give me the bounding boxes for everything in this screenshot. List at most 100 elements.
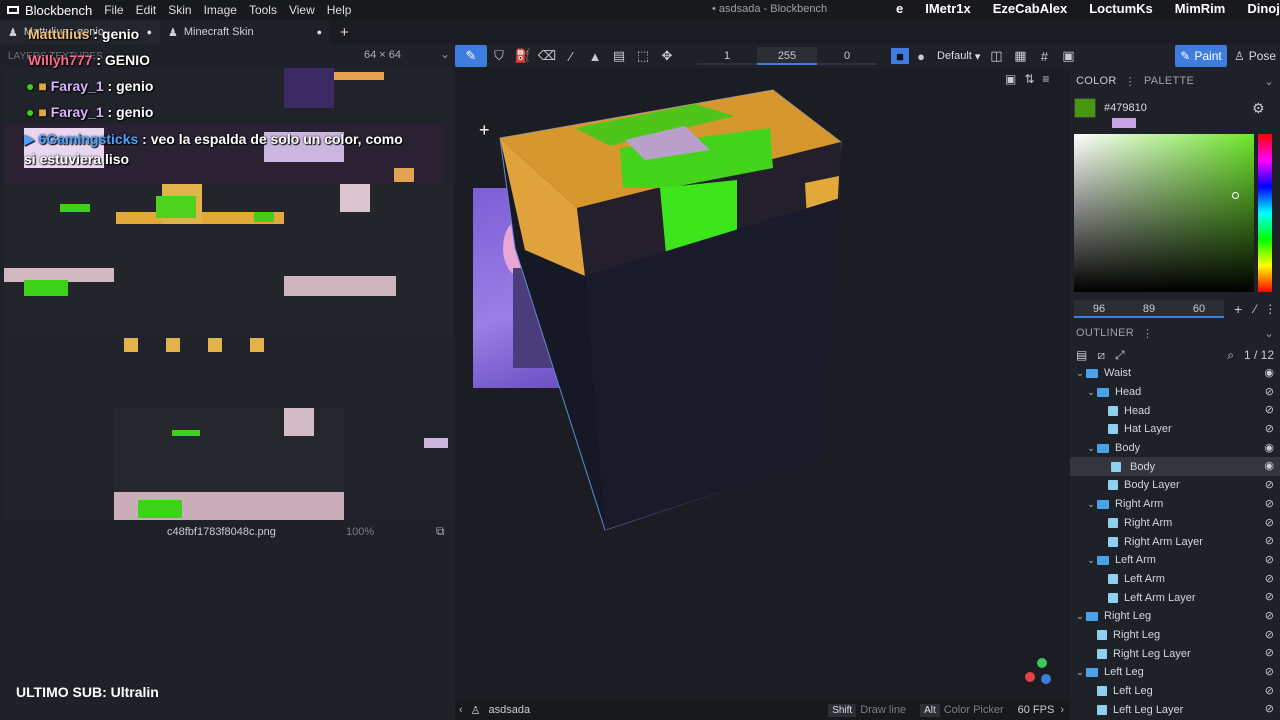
fill-tool-button[interactable]: ⛉ (487, 45, 511, 67)
outliner-row[interactable]: Right Arm Layer ⊘ (1070, 532, 1280, 551)
primary-color-swatch[interactable] (1074, 98, 1096, 118)
eye-off-icon[interactable]: ⊘ (1265, 572, 1274, 585)
eye-off-icon[interactable]: ⊘ (1265, 422, 1274, 435)
new-tab-plus-icon[interactable]: + (330, 24, 359, 41)
eye-off-icon[interactable]: ⊘ (1265, 478, 1274, 491)
lock-alpha-button[interactable]: ▦ (1008, 45, 1032, 67)
outliner-row[interactable]: Left Arm Layer ⊘ (1070, 588, 1280, 607)
chevron-down-icon[interactable]: ⌄ (1085, 387, 1097, 398)
chevron-down-icon[interactable]: ⌄ (1085, 499, 1097, 510)
outliner-row[interactable]: ⌄ Right Leg ⊘ (1070, 607, 1280, 626)
outliner-row[interactable]: ⌄ Waist ◉ (1070, 364, 1280, 383)
chevron-down-icon[interactable]: ⌄ (1085, 555, 1097, 566)
mirror-button[interactable]: ◫ (984, 45, 1008, 67)
color-picker-area[interactable] (1074, 134, 1254, 292)
search-icon[interactable]: ⌕ (1227, 348, 1234, 363)
gear-icon[interactable]: ⚙ (1252, 100, 1265, 117)
softness-field[interactable]: 0 (817, 47, 877, 65)
shape-tool-button[interactable]: ▲ (583, 45, 607, 67)
layout-button[interactable]: ▣ (1056, 45, 1080, 67)
chevron-down-icon[interactable]: ⌄ (1264, 327, 1274, 340)
chevron-down-icon[interactable]: ⌄ (1074, 611, 1086, 622)
outliner-row[interactable]: Hat Layer ⊘ (1070, 420, 1280, 439)
outliner-row[interactable]: Right Leg ⊘ (1070, 626, 1280, 645)
outliner-row[interactable]: Body ◉ (1070, 457, 1280, 477)
dots-icon[interactable]: ⋮ (1125, 75, 1136, 88)
expand-icon[interactable]: ⤢ (1115, 348, 1125, 363)
picker-tool-button[interactable]: ⁄ (559, 45, 583, 67)
picker-handle[interactable] (1232, 192, 1239, 199)
eye-off-icon[interactable]: ⊘ (1265, 609, 1274, 622)
move-tool-button[interactable]: ✥ (655, 45, 679, 67)
eye-off-icon[interactable]: ⊘ (1265, 497, 1274, 510)
pose-mode-button[interactable]: ♙ Pose (1231, 45, 1279, 67)
eye-off-icon[interactable]: ⊘ (1265, 702, 1274, 715)
grid-button[interactable]: # (1032, 45, 1056, 67)
outliner-row[interactable]: Right Arm ⊘ (1070, 514, 1280, 533)
dots-icon[interactable]: ⋮ (1264, 302, 1276, 316)
tab-minecraft-skin[interactable]: ♟ Minecraft Skin ● (160, 20, 330, 44)
eye-off-icon[interactable]: ⊘ (1265, 403, 1274, 416)
eye-off-icon[interactable]: ⊘ (1265, 385, 1274, 398)
outliner-row[interactable]: ⌄ Right Arm ⊘ (1070, 495, 1280, 514)
eye-off-icon[interactable]: ⊘ (1265, 590, 1274, 603)
eye-off-icon[interactable]: ⊘ (1265, 665, 1274, 678)
secondary-color-swatch[interactable] (1112, 118, 1136, 128)
menu-edit[interactable]: Edit (130, 3, 163, 17)
outliner-row[interactable]: ⌄ Left Leg ⊘ (1070, 663, 1280, 682)
hue-slider[interactable] (1258, 134, 1272, 292)
brush-tool-button[interactable]: ✎ (455, 45, 487, 67)
eraser-tool-button[interactable]: ⌫ (535, 45, 559, 67)
eye-off-icon[interactable]: ⊘ (1265, 534, 1274, 547)
toggle-icon[interactable]: ⧄ (1097, 348, 1105, 363)
square-brush-button[interactable]: ■ (891, 48, 909, 64)
unsaved-dot-icon[interactable]: ● (317, 27, 322, 37)
eye-off-icon[interactable]: ⊘ (1265, 684, 1274, 697)
add-group-icon[interactable]: ▤ (1076, 348, 1087, 362)
menu-view[interactable]: View (283, 3, 321, 17)
select-tool-button[interactable]: ⬚ (631, 45, 655, 67)
palette-tab[interactable]: PALETTE (1144, 75, 1194, 87)
brush-size-field[interactable]: 1 (697, 47, 757, 65)
hamburger-icon[interactable]: ≡ (1042, 72, 1049, 86)
value-field[interactable]: 60 (1174, 300, 1224, 318)
saturation-field[interactable]: 89 (1124, 300, 1174, 318)
eye-icon[interactable]: ◉ (1264, 459, 1274, 472)
outliner-row[interactable]: ⌄ Body ◉ (1070, 439, 1280, 458)
menu-help[interactable]: Help (321, 3, 358, 17)
blend-mode-select[interactable]: Default ▾ (933, 50, 984, 63)
outliner-row[interactable]: Left Leg ⊘ (1070, 682, 1280, 701)
opacity-field[interactable]: 255 (757, 47, 817, 65)
outliner-row[interactable]: Right Leg Layer ⊘ (1070, 644, 1280, 663)
outliner-row[interactable]: Left Arm ⊘ (1070, 570, 1280, 589)
sort-icon[interactable]: ⇅ (1024, 72, 1034, 86)
eyedropper-icon[interactable]: ⁄ (1254, 302, 1256, 316)
outliner-row[interactable]: Body Layer ⊘ (1070, 476, 1280, 495)
eye-icon[interactable]: ◉ (1264, 366, 1274, 379)
menu-file[interactable]: File (98, 3, 129, 17)
chevron-down-icon[interactable]: ⌄ (440, 47, 450, 61)
menu-tools[interactable]: Tools (243, 3, 283, 17)
dots-icon[interactable]: ⋮ (1142, 327, 1153, 340)
menu-image[interactable]: Image (198, 3, 243, 17)
copy-icon[interactable]: ⧉ (436, 524, 445, 539)
chevron-down-icon[interactable]: ⌄ (1085, 443, 1097, 454)
outliner-row[interactable]: Head ⊘ (1070, 401, 1280, 420)
chevron-right-icon[interactable]: › (1060, 704, 1064, 716)
hue-field[interactable]: 96 (1074, 300, 1124, 318)
hex-value[interactable]: #479810 (1104, 102, 1147, 114)
3d-viewport[interactable]: + ▣ ⇅ ≡ (455, 68, 1070, 700)
eye-off-icon[interactable]: ⊘ (1265, 553, 1274, 566)
eye-off-icon[interactable]: ⊘ (1265, 646, 1274, 659)
eye-off-icon[interactable]: ⊘ (1265, 516, 1274, 529)
round-brush-button[interactable]: ● (909, 45, 933, 67)
axis-gizmo[interactable] (1021, 656, 1051, 686)
eye-icon[interactable]: ◉ (1264, 441, 1274, 454)
outliner-row[interactable]: Left Leg Layer ⊘ (1070, 700, 1280, 719)
menu-skin[interactable]: Skin (162, 3, 197, 17)
gradient-tool-button[interactable]: ▤ (607, 45, 631, 67)
chevron-down-icon[interactable]: ⌄ (1264, 75, 1274, 88)
bucket-tool-button[interactable]: ⛽ (511, 45, 535, 67)
paint-mode-button[interactable]: ✎ Paint (1175, 45, 1227, 67)
eye-off-icon[interactable]: ⊘ (1265, 628, 1274, 641)
